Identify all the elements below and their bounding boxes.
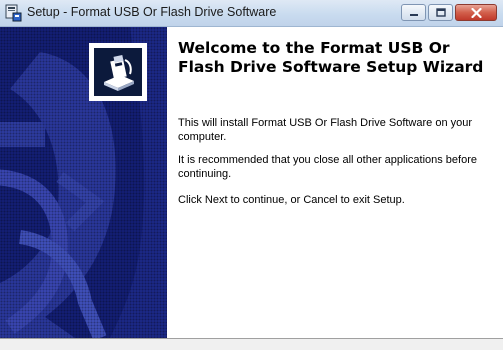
maximize-icon [435,8,446,17]
window-title: Setup - Format USB Or Flash Drive Softwa… [27,5,277,19]
next-instructions: Click Next to continue, or Cancel to exi… [178,194,405,206]
close-apps-notice: It is recommended that you close all oth… [178,154,477,180]
setup-icon[interactable] [4,3,24,23]
welcome-panel: Welcome to the Format USB Or Flash Drive… [167,27,503,338]
maximize-button[interactable] [428,4,453,21]
button-area-separator [0,338,503,350]
minimize-button[interactable] [401,4,426,21]
welcome-heading: Welcome to the Format USB Or Flash Drive… [178,39,484,76]
install-description: This will install Format USB Or Flash Dr… [178,117,473,143]
wizard-sidebar [0,27,167,338]
product-logo [89,43,147,101]
close-icon [470,7,482,18]
window-controls [401,4,497,21]
minimize-icon [409,13,418,16]
close-button[interactable] [455,4,497,21]
usb-drive-icon [94,48,142,96]
title-bar[interactable]: Setup - Format USB Or Flash Drive Softwa… [0,0,503,27]
setup-window: Setup - Format USB Or Flash Drive Softwa… [0,0,503,350]
